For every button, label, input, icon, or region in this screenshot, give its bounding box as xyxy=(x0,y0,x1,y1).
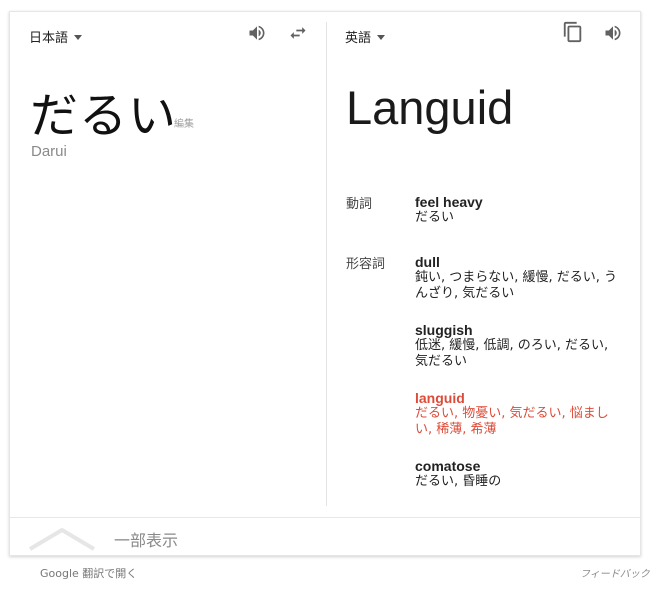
entry-word: dull xyxy=(415,254,440,270)
entry-word: comatose xyxy=(415,458,481,474)
dictionary-entry-highlighted[interactable]: languid だるい, 物憂い, 気だるい, 悩まし い, 稀薄, 希薄 xyxy=(415,390,620,438)
speaker-icon xyxy=(605,25,621,41)
bottom-separator xyxy=(10,517,640,518)
entry-word: sluggish xyxy=(415,322,473,338)
entry-synonyms: 低迷, 緩慢, 低調, のろい, だるい, xyxy=(415,338,609,353)
chevron-down-icon xyxy=(74,34,83,40)
show-less-button[interactable]: 一部表示 xyxy=(28,526,178,552)
dictionary-entry[interactable]: dull 鈍い, つまらない, 緩慢, だるい, う んざり, 気だるい xyxy=(415,254,620,302)
translate-card: 日本語 英語 だるい 編集 Darui Languid 動詞 feel heav… xyxy=(9,11,641,556)
source-speaker-button[interactable] xyxy=(244,20,270,46)
source-text[interactable]: だるい xyxy=(30,76,177,146)
pos-label-verb: 動詞 xyxy=(346,197,373,212)
column-divider xyxy=(326,22,327,506)
source-romanization: Darui xyxy=(31,143,67,160)
feedback-link[interactable]: フィードバック xyxy=(580,565,650,580)
target-speaker-button[interactable] xyxy=(600,20,626,46)
chevron-down-icon xyxy=(377,34,386,40)
target-language-label: 英語 xyxy=(345,31,372,46)
pos-label-adjective: 形容詞 xyxy=(346,257,386,272)
speaker-icon xyxy=(249,25,265,41)
open-in-translate-link[interactable]: Google 翻訳で開く xyxy=(40,565,137,581)
swap-languages-button[interactable] xyxy=(285,20,311,46)
dictionary-entry[interactable]: sluggish 低迷, 緩慢, 低調, のろい, だるい, 気だるい xyxy=(415,322,620,370)
source-language-select[interactable]: 日本語 xyxy=(29,27,83,46)
entry-synonyms: だるい, 昏睡の xyxy=(415,474,502,489)
entry-synonyms: 鈍い, つまらない, 緩慢, だるい, う xyxy=(415,270,618,285)
dictionary-entry[interactable]: comatose だるい, 昏睡の xyxy=(415,458,620,490)
entry-synonyms: だるい, 物憂い, 気だるい, 悩まし xyxy=(415,406,609,421)
target-language-select[interactable]: 英語 xyxy=(345,27,386,46)
target-text: Languid xyxy=(346,81,514,134)
entry-synonyms: んざり, 気だるい xyxy=(415,286,515,301)
edit-link[interactable]: 編集 xyxy=(174,115,194,130)
chevron-up-icon xyxy=(28,528,96,551)
entry-synonyms: い, 稀薄, 希薄 xyxy=(415,422,497,437)
copy-icon xyxy=(563,21,582,43)
entry-synonyms: だるい xyxy=(415,210,455,225)
swap-arrows-icon xyxy=(290,27,306,39)
entry-synonyms: 気だるい xyxy=(415,354,468,369)
show-less-label: 一部表示 xyxy=(114,531,179,550)
source-language-label: 日本語 xyxy=(29,31,69,46)
copy-button[interactable] xyxy=(560,19,586,45)
entry-word: feel heavy xyxy=(415,194,483,210)
dictionary-entry[interactable]: feel heavy だるい xyxy=(415,194,620,226)
entry-word: languid xyxy=(415,390,465,406)
